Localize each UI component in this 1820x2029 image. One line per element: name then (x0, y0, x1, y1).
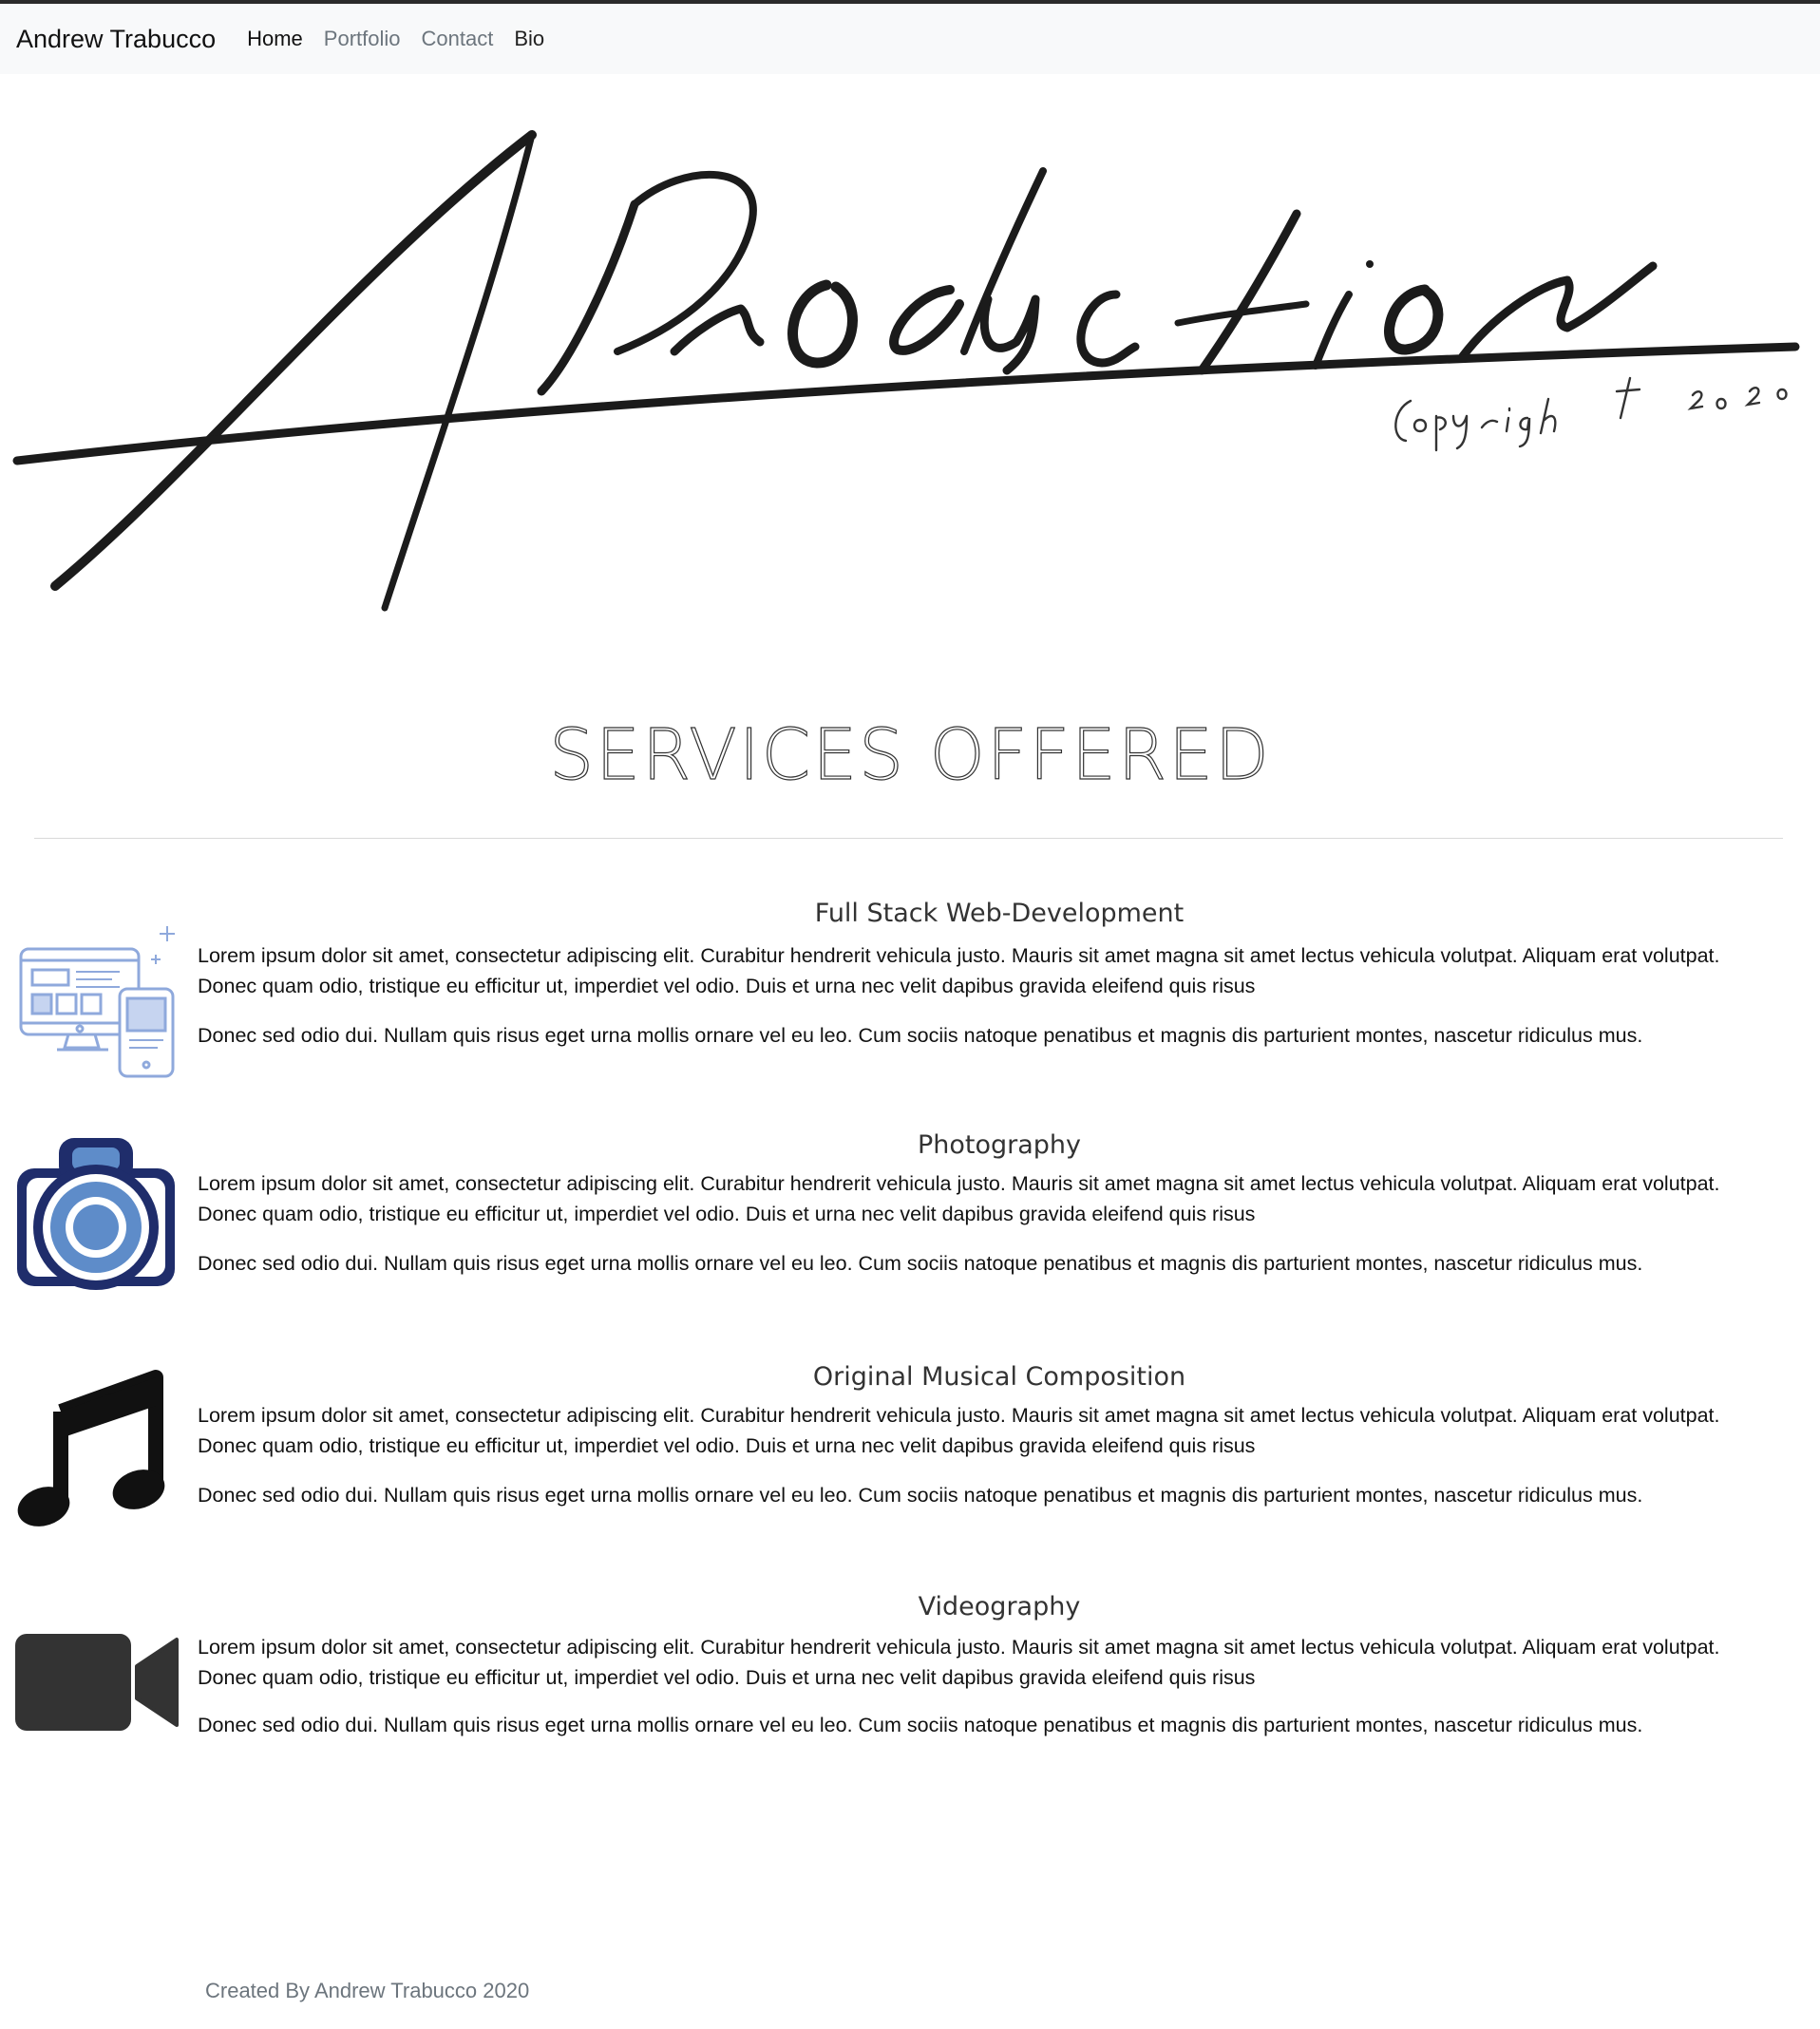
service-paragraph-2: Donec sed odio dui. Nullam quis risus eg… (198, 1714, 1643, 1736)
nav-links: Home Portfolio Contact Bio (237, 27, 555, 51)
aproduction-logo-art (12, 130, 1800, 612)
service-photography: Photography Lorem ipsum dolor sit amet, … (0, 1125, 1820, 1315)
service-paragraph-1: Lorem ipsum dolor sit amet, consectetur … (198, 944, 1720, 997)
service-paragraph-1: Lorem ipsum dolor sit amet, consectetur … (198, 1172, 1720, 1225)
service-title-musical-composition: Original Musical Composition (812, 1362, 1186, 1392)
service-paragraph-1: Lorem ipsum dolor sit amet, consectetur … (198, 1404, 1720, 1457)
web-devices-icon (13, 917, 179, 1082)
service-title-photography: Photography (917, 1130, 1082, 1160)
nav-contact[interactable]: Contact (411, 27, 504, 51)
service-paragraph-2: Donec sed odio dui. Nullam quis risus eg… (198, 1252, 1643, 1275)
camera-icon (13, 1132, 179, 1298)
service-paragraph-2: Donec sed odio dui. Nullam quis risus eg… (198, 1484, 1643, 1507)
nav-bio[interactable]: Bio (503, 27, 555, 51)
service-paragraph-2: Donec sed odio dui. Nullam quis risus eg… (198, 1024, 1643, 1047)
service-title-web-development: Full Stack Web-Development (814, 899, 1185, 928)
service-paragraph-1: Lorem ipsum dolor sit amet, consectetur … (198, 1636, 1720, 1689)
services-title: SERVICES OFFERED (549, 713, 1271, 796)
service-videography: Videography Lorem ipsum dolor sit amet, … (0, 1588, 1820, 1778)
aproduction-logo (0, 114, 1820, 646)
video-camera-icon (13, 1588, 179, 1754)
service-title-videography: Videography (918, 1592, 1081, 1621)
footer-credit: Created By Andrew Trabucco 2020 (205, 1979, 530, 2002)
music-note-icon (13, 1364, 179, 1529)
nav-portfolio[interactable]: Portfolio (313, 27, 411, 51)
brand-link[interactable]: Andrew Trabucco (16, 25, 216, 54)
nav-home[interactable]: Home (237, 27, 313, 51)
navbar: Andrew Trabucco Home Portfolio Contact B… (0, 4, 1820, 74)
section-divider (34, 838, 1783, 839)
service-musical-composition: Original Musical Composition Lorem ipsum… (0, 1356, 1820, 1546)
service-web-development: Full Stack Web-Development Lorem ipsum d… (0, 893, 1820, 1083)
